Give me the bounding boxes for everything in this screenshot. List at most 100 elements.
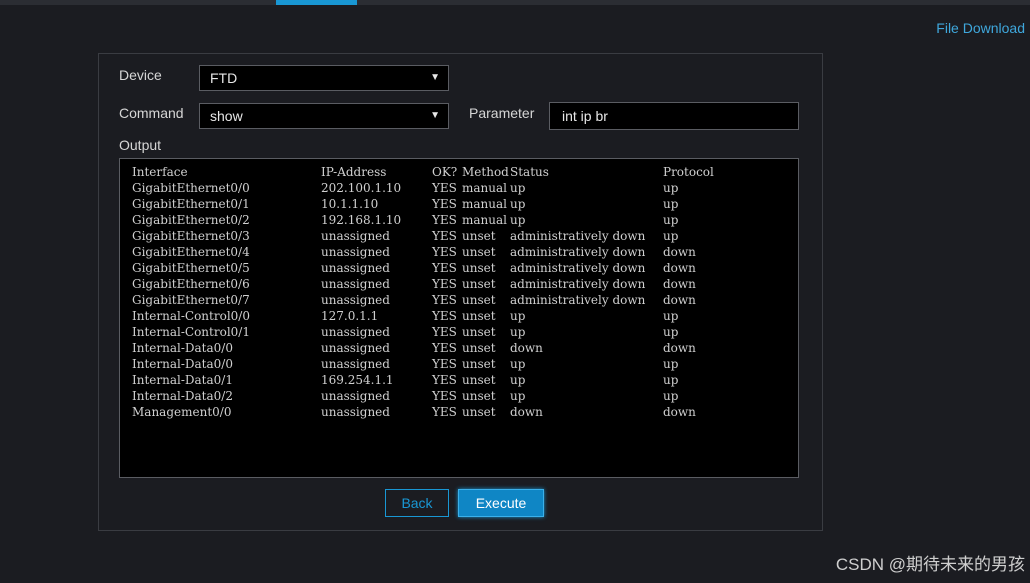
output-row-cell: unset bbox=[462, 405, 496, 419]
output-row-cell: 202.100.1.10 bbox=[321, 181, 402, 195]
output-header-row: Interface IP-Address OK? MethodStatus Protoc… bbox=[132, 164, 786, 180]
parameter-label: Parameter bbox=[469, 105, 535, 121]
output-row-cell: unassigned bbox=[321, 229, 390, 243]
output-row: Management0/0 unassigned YES unset down down bbox=[132, 404, 786, 420]
output-row-cell: YES bbox=[432, 389, 457, 403]
output-row-cell: unassigned bbox=[321, 245, 390, 259]
output-row-cell: YES bbox=[432, 357, 457, 371]
output-row-cell: 127.0.1.1 bbox=[321, 309, 379, 323]
output-row-cell: manual bbox=[462, 181, 507, 195]
output-row-cell: YES bbox=[432, 293, 457, 307]
output-row-cell: Management0/0 bbox=[132, 405, 232, 419]
output-label: Output bbox=[119, 137, 162, 153]
output-header-row-cell: IP-Address bbox=[321, 165, 387, 179]
output-row-cell: Internal-Control0/1 bbox=[132, 325, 250, 339]
output-row: GigabitEthernet0/6 unassigned YES unset admi… bbox=[132, 276, 786, 292]
output-row-cell: YES bbox=[432, 261, 457, 275]
output-row-cell: unset bbox=[462, 373, 496, 387]
output-row-cell: unset bbox=[462, 389, 496, 403]
output-row-cell: unassigned bbox=[321, 341, 390, 355]
output-row-cell: unassigned bbox=[321, 357, 390, 371]
output-row-cell: down bbox=[663, 261, 696, 275]
output-row-cell: unset bbox=[462, 245, 496, 259]
output-row-cell: manual bbox=[462, 197, 507, 211]
output-row-cell: YES bbox=[432, 373, 457, 387]
output-row-cell: up bbox=[663, 213, 679, 227]
output-row-cell: 10.1.1.10 bbox=[321, 197, 379, 211]
output-row-cell: GigabitEthernet0/2 bbox=[132, 213, 250, 227]
cli-panel: Device FTD ▼ Command show ▼ Parameter Ou… bbox=[98, 53, 823, 531]
output-row-cell: Internal-Data0/0 bbox=[132, 341, 233, 355]
output-row: GigabitEthernet0/3 unassigned YES unset admi… bbox=[132, 228, 786, 244]
output-row-cell: Internal-Data0/2 bbox=[132, 389, 233, 403]
output-row-cell: down bbox=[510, 405, 543, 419]
output-row-cell: up bbox=[510, 325, 526, 339]
output-row-cell: YES bbox=[432, 229, 457, 243]
output-row-cell: up bbox=[663, 325, 679, 339]
output-row-cell: GigabitEthernet0/3 bbox=[132, 229, 250, 243]
output-header-row-cell: OK? bbox=[432, 165, 458, 179]
output-textarea[interactable]: Interface IP-Address OK? MethodStatus Protoc… bbox=[119, 158, 799, 478]
back-button[interactable]: Back bbox=[385, 489, 449, 517]
output-row-cell: up bbox=[510, 357, 526, 371]
output-header-row-cell: Interface bbox=[132, 165, 188, 179]
output-row-cell: unset bbox=[462, 325, 496, 339]
output-row-cell: up bbox=[663, 229, 679, 243]
output-header-row-cell: Method bbox=[462, 165, 509, 179]
output-row-cell: up bbox=[510, 213, 526, 227]
output-row-cell: down bbox=[663, 293, 696, 307]
output-row-cell: GigabitEthernet0/4 bbox=[132, 245, 250, 259]
top-nav-active-tab[interactable] bbox=[276, 0, 357, 5]
output-row-cell: down bbox=[663, 405, 696, 419]
output-row-cell: YES bbox=[432, 213, 457, 227]
command-select-value: show bbox=[210, 108, 243, 124]
output-row-cell: unassigned bbox=[321, 293, 390, 307]
output-row-cell: unset bbox=[462, 309, 496, 323]
output-row-cell: administratively down bbox=[510, 229, 646, 243]
output-row-cell: YES bbox=[432, 277, 457, 291]
command-label: Command bbox=[119, 105, 184, 121]
output-row-cell: up bbox=[663, 197, 679, 211]
output-row-cell: GigabitEthernet0/5 bbox=[132, 261, 250, 275]
output-row-cell: unassigned bbox=[321, 277, 390, 291]
watermark: CSDN @期待未来的男孩 bbox=[835, 555, 1025, 574]
output-row-cell: up bbox=[510, 181, 526, 195]
device-select-value: FTD bbox=[210, 70, 238, 86]
parameter-input[interactable] bbox=[549, 102, 799, 130]
output-row-cell: up bbox=[663, 309, 679, 323]
output-row: GigabitEthernet0/1 10.1.1.10 YES manual up up bbox=[132, 196, 786, 212]
output-row-cell: Internal-Control0/0 bbox=[132, 309, 250, 323]
output-row-cell: Internal-Data0/1 bbox=[132, 373, 233, 387]
output-row-cell: up bbox=[663, 373, 679, 387]
output-row-cell: 169.254.1.1 bbox=[321, 373, 394, 387]
command-select[interactable]: show ▼ bbox=[199, 103, 449, 129]
output-row-cell: YES bbox=[432, 197, 457, 211]
output-row-cell: YES bbox=[432, 341, 457, 355]
output-row-cell: YES bbox=[432, 245, 457, 259]
device-select[interactable]: FTD ▼ bbox=[199, 65, 449, 91]
output-row: GigabitEthernet0/0 202.100.1.10 YES manual u… bbox=[132, 180, 786, 196]
output-row-cell: GigabitEthernet0/0 bbox=[132, 181, 250, 195]
output-row-cell: up bbox=[663, 357, 679, 371]
output-row-cell: administratively down bbox=[510, 245, 646, 259]
chevron-down-icon: ▼ bbox=[430, 110, 440, 121]
output-row-cell: unset bbox=[462, 277, 496, 291]
file-download-link[interactable]: File Download bbox=[936, 20, 1025, 36]
output-row-cell: down bbox=[663, 245, 696, 259]
output-row: Internal-Data0/1 169.254.1.1 YES unset up up bbox=[132, 372, 786, 388]
output-row: GigabitEthernet0/4 unassigned YES unset admi… bbox=[132, 244, 786, 260]
output-row-cell: unset bbox=[462, 229, 496, 243]
output-row-cell: unassigned bbox=[321, 405, 390, 419]
output-row-cell: up bbox=[510, 309, 526, 323]
output-row-cell: down bbox=[510, 341, 543, 355]
output-row: GigabitEthernet0/7 unassigned YES unset admi… bbox=[132, 292, 786, 308]
top-nav-bar bbox=[0, 0, 1030, 5]
execute-button[interactable]: Execute bbox=[458, 489, 544, 517]
output-row: GigabitEthernet0/5 unassigned YES unset admi… bbox=[132, 260, 786, 276]
output-row-cell: GigabitEthernet0/1 bbox=[132, 197, 250, 211]
output-row-cell: unset bbox=[462, 357, 496, 371]
output-row: Internal-Data0/0 unassigned YES unset down do… bbox=[132, 340, 786, 356]
output-row-cell: administratively down bbox=[510, 261, 646, 275]
chevron-down-icon: ▼ bbox=[430, 72, 440, 83]
output-row-cell: YES bbox=[432, 325, 457, 339]
